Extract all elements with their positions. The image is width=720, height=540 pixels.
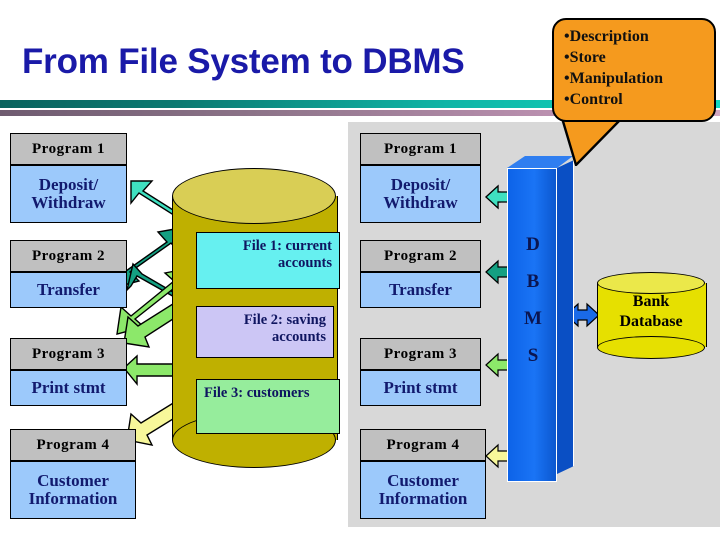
left-program-1-body: Deposit/ Withdraw [10, 166, 127, 223]
dbms-letter-b: B [526, 271, 540, 293]
left-program-1-line-2: Withdraw [31, 193, 106, 212]
left-program-2-line-1: Transfer [37, 279, 100, 299]
callout-label-2: Manipulation [569, 70, 663, 88]
left-program-1[interactable]: Program 1 Deposit/ Withdraw [10, 133, 127, 223]
file-box-2-line-1: File 2: saving [243, 312, 326, 328]
right-program-2[interactable]: Program 2 Transfer [360, 240, 481, 308]
file-box-1[interactable]: File 1: current accounts [196, 232, 340, 289]
callout-label-1: Store [569, 49, 606, 67]
right-program-3-body: Print stmt [360, 371, 481, 406]
bank-database-cylinder[interactable]: Bank Database [597, 272, 707, 360]
dbms-block[interactable]: D B M S [507, 156, 579, 482]
file-box-3[interactable]: File 3: customers [196, 379, 340, 434]
right-program-1[interactable]: Program 1 Deposit/ Withdraw [360, 133, 481, 223]
page-title: From File System to DBMS [22, 42, 465, 81]
bank-db-bottom [597, 336, 705, 359]
left-program-2[interactable]: Program 2 Transfer [10, 240, 127, 308]
right-program-3[interactable]: Program 3 Print stmt [360, 338, 481, 406]
cylinder-top [172, 168, 336, 224]
left-program-1-line-1: Deposit/ [38, 174, 99, 194]
right-program-4-line-1: Customer [387, 470, 459, 490]
left-program-4-line-2: Information [28, 489, 118, 508]
left-program-1-header: Program 1 [10, 133, 127, 166]
left-program-2-header: Program 2 [10, 240, 127, 273]
file-box-2[interactable]: File 2: saving accounts [196, 306, 334, 358]
dbms-letter-s: S [527, 345, 539, 367]
right-program-1-line-2: Withdraw [383, 193, 458, 212]
left-program-3[interactable]: Program 3 Print stmt [10, 338, 127, 406]
dbms-label: D B M S [508, 226, 558, 374]
callout-label-0: Description [569, 28, 649, 45]
left-program-3-line-1: Print stmt [31, 377, 106, 397]
bank-db-label: Bank Database [597, 292, 705, 332]
right-program-4-body: Customer Information [360, 462, 486, 519]
left-program-4-body: Customer Information [10, 462, 136, 519]
right-program-2-body: Transfer [360, 273, 481, 308]
file-box-3-line-2: customers [246, 385, 310, 401]
dbms-block-side [557, 160, 574, 474]
left-program-4-line-1: Customer [37, 470, 109, 490]
right-program-3-line-1: Print stmt [383, 377, 458, 397]
file-box-2-line-2: accounts [272, 328, 326, 345]
dbms-letter-m: M [524, 308, 542, 330]
right-program-3-header: Program 3 [360, 338, 481, 371]
right-program-1-header: Program 1 [360, 133, 481, 166]
right-program-2-line-1: Transfer [389, 279, 452, 299]
callout-item-0: •Description [564, 26, 710, 47]
left-program-4-header: Program 4 [10, 429, 136, 462]
left-program-3-header: Program 3 [10, 338, 127, 371]
left-program-3-body: Print stmt [10, 371, 127, 406]
right-program-2-header: Program 2 [360, 240, 481, 273]
left-program-4[interactable]: Program 4 Customer Information [10, 429, 136, 519]
right-program-1-line-1: Deposit/ [390, 174, 451, 194]
file-box-3-line-1: File 3: [204, 385, 244, 401]
callout-label-3: Control [569, 91, 623, 109]
right-program-1-body: Deposit/ Withdraw [360, 166, 481, 223]
dbms-letter-d: D [526, 234, 540, 255]
file-box-1-line-1: File 1: current [242, 238, 332, 254]
right-program-4[interactable]: Program 4 Customer Information [360, 429, 486, 519]
callout-item-2: •Manipulation [564, 68, 710, 89]
left-program-2-body: Transfer [10, 273, 127, 308]
right-program-4-line-2: Information [378, 489, 468, 508]
slide-canvas: From File System to DBMS File 1: current… [0, 0, 720, 540]
bank-db-top [597, 272, 705, 294]
file-box-1-line-2: accounts [278, 254, 332, 271]
dbms-functions-callout[interactable]: •Description •Store •Manipulation •Contr… [552, 18, 716, 122]
right-program-4-header: Program 4 [360, 429, 486, 462]
callout-item-3: •Control [564, 89, 710, 110]
bank-db-line-2: Database [619, 313, 683, 330]
bank-db-line-1: Bank [632, 293, 670, 310]
callout-item-1: •Store [564, 47, 710, 68]
